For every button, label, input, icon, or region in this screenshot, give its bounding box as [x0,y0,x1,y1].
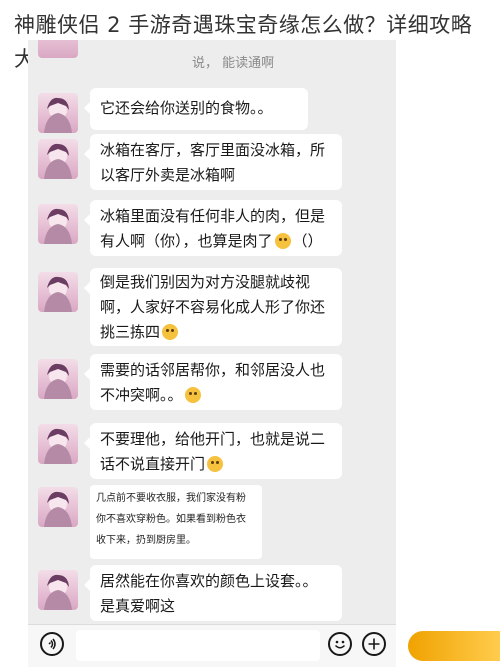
cat-emoji-icon [162,324,179,340]
avatar [38,40,78,58]
message-bubble[interactable]: 居然能在你喜欢的颜色上设套。。是真爱啊这 [84,565,342,621]
partial-message-text: 说， 能读通啊 [192,56,275,71]
avatar[interactable] [38,204,78,244]
message-text: 冰箱在客厅，客厅里面没冰箱，所以客厅外卖是冰箱啊 [100,141,326,184]
site-watermark-logo [408,631,500,661]
avatar[interactable] [38,487,78,527]
message-text: 冰箱里面没有任何非人的肉，但是有人啊（你），也算是肉了 [100,207,326,250]
image-message[interactable]: 几点前不要收衣服，我们家没有粉 你不喜欢穿粉色。如果看到粉色衣 收下来，扔到厨房… [90,485,262,559]
message-text: 需要的话邻居帮你，和邻居没人也不冲突啊。。 [100,361,326,404]
image-text-line: 收下来，扔到厨房里。 [96,535,196,546]
avatar[interactable] [38,272,78,312]
emoji-icon[interactable] [328,632,352,656]
message-input[interactable] [76,630,320,661]
image-text-line: 你不喜欢穿粉色。如果看到粉色衣 [96,514,246,525]
chat-panel: 说， 能读通啊 它还会给你送别的食物。。 冰箱在客厅，客厅里面没冰箱，所以客厅外… [28,40,396,667]
avatar[interactable] [38,139,78,179]
message-bubble[interactable]: 冰箱里面没有任何非人的肉，但是有人啊（你），也算是肉了 （） [84,200,342,256]
message-bubble[interactable]: 倒是我们别因为对方没腿就歧视啊，人家好不容易化成人形了你还挑三拣四 [84,268,342,346]
avatar[interactable] [38,424,78,464]
input-bar [28,624,396,667]
message-bubble[interactable]: 不要理他，给他开门，也就是说二话不说直接开门 [84,423,342,479]
image-text-line: 几点前不要收衣服，我们家没有粉 [96,493,246,504]
partial-message-top: 说， 能读通啊 [28,40,396,80]
voice-icon[interactable] [40,632,64,656]
message-text: 倒是我们别因为对方没腿就歧视啊，人家好不容易化成人形了你还挑三拣四 [100,273,326,341]
message-text: 它还会给你送别的食物。。 [100,99,273,117]
plus-icon[interactable] [362,632,386,656]
cat-emoji-icon [207,456,224,472]
message-suffix: （） [292,232,323,250]
avatar[interactable] [38,93,78,133]
message-bubble[interactable]: 冰箱在客厅，客厅里面没冰箱，所以客厅外卖是冰箱啊 [84,134,342,190]
message-bubble[interactable]: 它还会给你送别的食物。。 [84,88,308,130]
cat-emoji-icon [184,387,201,403]
message-bubble[interactable]: 需要的话邻居帮你，和邻居没人也不冲突啊。。 [84,354,342,410]
avatar[interactable] [38,359,78,399]
avatar[interactable] [38,570,78,610]
message-text: 居然能在你喜欢的颜色上设套。。是真爱啊这 [100,572,318,615]
grin-emoji-icon [274,233,291,249]
